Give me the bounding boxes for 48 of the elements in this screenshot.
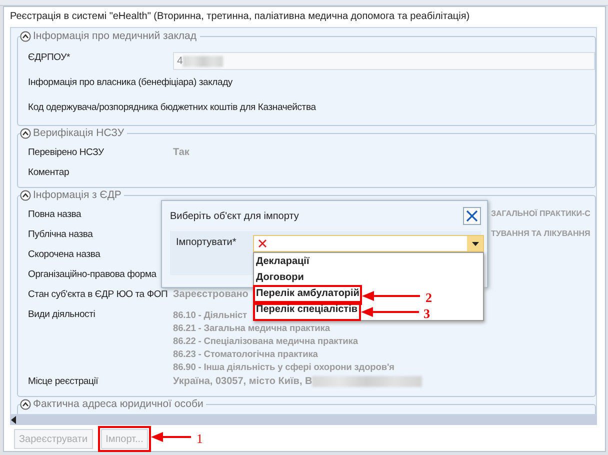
callout-number: 1: [196, 431, 203, 447]
activity-entry: 86.21 - Загальна медична практика: [173, 322, 330, 335]
window-title: Реєстрація в системі "eHealth" (Вторинна, третинна, паліативна медична допомога та реабілітація): [9, 10, 471, 24]
horizontal-scrollbar[interactable]: [10, 415, 597, 425]
activity-entry: 86.22 - Спеціалізована медична практика: [173, 335, 358, 348]
arrow-icon: [362, 290, 420, 302]
collapse-icon[interactable]: [20, 30, 31, 42]
field-label: Перевірено НСЗУ: [28, 147, 105, 158]
field-value: Зареєстровано: [173, 289, 248, 300]
field-value: Україна, 03057, місто Київ, В: [173, 376, 312, 387]
field-label: Код одержувача/розпорядника бюджетних коштів для Казначейства: [28, 102, 317, 113]
dialog-title: Виберіть об'єкт для імпорту: [170, 210, 299, 222]
field-label: Повна назва: [28, 209, 82, 220]
collapse-icon[interactable]: [20, 128, 31, 138]
dropdown-icon[interactable]: [467, 236, 483, 251]
collapse-icon[interactable]: [20, 398, 31, 410]
activity-entry: 86.23 - Стоматологічна практика: [173, 348, 318, 361]
field-label: Скорочена назва: [28, 249, 102, 260]
dropdown-option[interactable]: Договори: [256, 272, 304, 286]
field-label: Коментар: [28, 167, 70, 178]
invalid-icon: [258, 239, 267, 248]
arrow-icon: [360, 306, 418, 318]
close-button[interactable]: [463, 207, 481, 225]
section-title: Верифікація НСЗУ: [33, 127, 124, 139]
activity-entry: 86.10 - Діяльніст: [173, 309, 248, 322]
close-icon: [466, 210, 478, 222]
dropdown-option[interactable]: Перелік амбулаторій: [256, 288, 360, 302]
field-label: Стан суб'єкта в ЄДР ЮО та ФОП: [28, 289, 169, 300]
field-label: ЄДРПОУ*: [28, 52, 71, 63]
section-title: Інформація з ЄДР: [33, 189, 122, 201]
callout-number: 2: [425, 290, 432, 306]
collapse-icon[interactable]: [20, 190, 31, 200]
section-title: Інформація про медичний заклад: [33, 30, 197, 42]
dropdown-option[interactable]: Декларації: [256, 256, 310, 270]
field-value: ЗАГАЛЬНОЇ ПРАКТИКИ-С: [491, 209, 590, 218]
arrow-icon: [151, 431, 192, 443]
field-label: Організаційно-правова форма: [28, 269, 158, 280]
field-value: Так: [173, 147, 190, 158]
activity-entry: 86.90 - Інша діяльність у сфері охорони здоров'я: [173, 361, 394, 374]
section-title: Фактична адреса юридичної особи: [33, 398, 204, 410]
field-label: Імпортувати*: [176, 237, 236, 250]
field-label: Інформація про власника (бенефіціара) закладу: [28, 77, 234, 88]
field-label: Місце реєстрації: [28, 376, 100, 387]
field-value: ТУВАННЯ ТА ЛІКУВАННЯ: [491, 229, 590, 238]
field-label: Види діяльності: [28, 309, 96, 320]
dropdown-option[interactable]: Перелік спеціалістів: [256, 304, 358, 318]
field-label: Публічна назва: [28, 229, 94, 240]
callout-number: 3: [424, 306, 430, 322]
